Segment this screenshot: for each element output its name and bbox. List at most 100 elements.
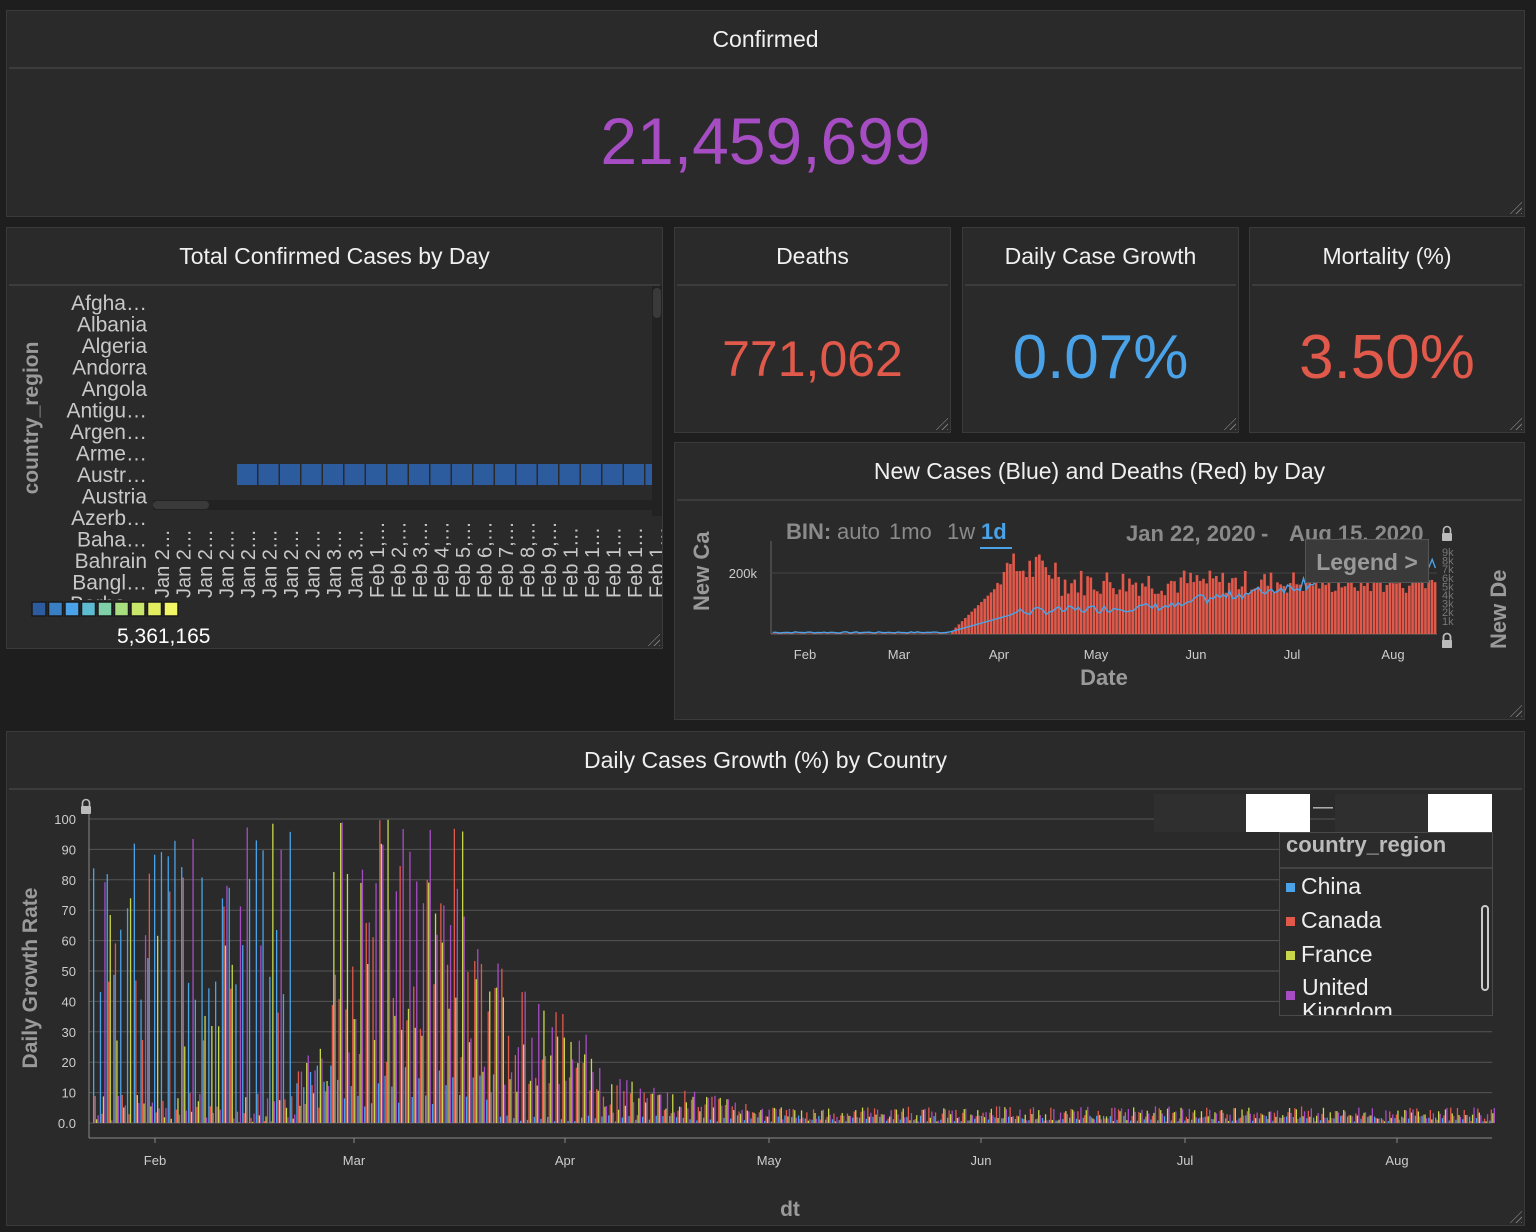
resize-handle[interactable] xyxy=(1508,416,1522,430)
country-label: Angola xyxy=(82,378,148,401)
growth-bar xyxy=(160,852,163,1123)
growth-bar xyxy=(1407,1118,1410,1123)
growth-bar xyxy=(360,882,362,1123)
growth-bar xyxy=(663,1110,666,1123)
growth-bar xyxy=(1082,1117,1084,1123)
growth-bar xyxy=(924,1108,926,1123)
growth-bar xyxy=(1282,1115,1284,1123)
growth-bar xyxy=(852,1117,854,1123)
growth-bar xyxy=(1233,1108,1235,1123)
growth-bar xyxy=(653,1087,655,1123)
growth-bar xyxy=(1416,1108,1418,1123)
resize-handle[interactable] xyxy=(1222,416,1236,430)
bin-option-1d[interactable]: 1d xyxy=(981,519,1007,544)
growth-bar xyxy=(528,1083,530,1123)
death-bar xyxy=(1099,593,1102,634)
growth-bar xyxy=(1158,1108,1160,1123)
growth-bar xyxy=(632,1102,635,1123)
bin-option-auto[interactable]: auto xyxy=(837,519,880,544)
lock-icon[interactable] xyxy=(81,798,91,815)
growth-bar xyxy=(563,1037,565,1123)
legend-item-china[interactable]: China xyxy=(1280,869,1478,903)
heatmap-chart[interactable]: country_region Afgha…AlbaniaAlgeriaAndorr… xyxy=(7,286,662,648)
growth-bar xyxy=(223,906,225,1123)
growth-bar xyxy=(1097,1110,1099,1123)
growth-bar xyxy=(1344,1111,1346,1123)
growth-bar xyxy=(1028,1120,1030,1123)
growth-bar xyxy=(1477,1108,1479,1123)
range-end-input[interactable] xyxy=(1428,794,1492,832)
growth-bar xyxy=(1358,1107,1360,1123)
death-bar xyxy=(1128,578,1131,634)
growth-bar xyxy=(1485,1121,1487,1123)
legend-button[interactable]: Legend > xyxy=(1305,539,1429,583)
country-label: Azerb… xyxy=(71,507,147,530)
growth-bar xyxy=(581,1117,583,1123)
growth-bar xyxy=(703,1117,705,1123)
death-bar xyxy=(1166,583,1170,634)
growth-bar xyxy=(231,964,233,1123)
death-bar xyxy=(873,633,877,634)
newcases-chart[interactable]: BIN: auto 1mo 1w 1d Jan 22, 2020- Aug 15, 2020… xyxy=(675,501,1524,719)
growth-bar xyxy=(1246,1111,1248,1123)
growth-bar xyxy=(1419,1116,1421,1123)
growth-bar xyxy=(1374,1116,1376,1123)
month-tick: Mar xyxy=(343,1153,366,1168)
death-bar xyxy=(1057,576,1060,634)
growth-bar xyxy=(764,1120,766,1123)
growth-bar xyxy=(1002,1118,1004,1123)
growth-bar xyxy=(754,1113,757,1123)
lock-icon[interactable] xyxy=(1442,632,1452,649)
legend-item-uk[interactable]: United Kingdom xyxy=(1280,971,1478,1015)
growth-bar xyxy=(1425,1118,1428,1123)
growth-bar xyxy=(287,1117,289,1123)
growth-bar xyxy=(1224,1118,1227,1123)
legend-scrollbar[interactable] xyxy=(1481,905,1489,991)
death-bar xyxy=(1391,583,1395,634)
growth-bar xyxy=(608,1115,610,1123)
growth-bar xyxy=(567,1120,569,1123)
legend-item-canada[interactable]: Canada xyxy=(1280,903,1478,937)
legend-list[interactable]: China Canada France United Kingdom xyxy=(1280,869,1478,1015)
growth-bar xyxy=(1380,1118,1383,1123)
growth-bar xyxy=(96,1119,98,1123)
growth-bar xyxy=(109,915,111,1123)
growthchart-title: Daily Cases Growth (%) by Country xyxy=(9,732,1522,790)
growth-bar xyxy=(266,1098,269,1123)
growth-bar xyxy=(1238,1118,1240,1123)
growth-bar xyxy=(1290,1113,1292,1123)
death-bar xyxy=(899,633,903,634)
lock-icon[interactable] xyxy=(1442,525,1452,542)
bin-option-1w[interactable]: 1w xyxy=(947,519,975,544)
death-bar xyxy=(1021,570,1025,634)
growth-bar xyxy=(246,827,248,1123)
resize-handle[interactable] xyxy=(1508,200,1522,214)
growth-bar xyxy=(323,1081,325,1123)
death-bar xyxy=(777,633,781,634)
growth-bar xyxy=(367,964,369,1123)
ytick: 60 xyxy=(62,934,76,949)
growth-bar xyxy=(589,1090,591,1123)
growth-bar xyxy=(154,854,156,1123)
heatmap-cell xyxy=(581,464,601,485)
growth-bar xyxy=(553,1121,556,1123)
growth-bar xyxy=(543,1010,545,1123)
death-bar xyxy=(1388,575,1392,634)
death-bar xyxy=(1404,592,1408,634)
newcases-title: New Cases (Blue) and Deaths (Red) by Day xyxy=(677,443,1522,501)
growth-bar xyxy=(372,937,374,1123)
bin-option-1mo[interactable]: 1mo xyxy=(889,519,932,544)
growth-bar xyxy=(1307,1110,1309,1123)
death-bar xyxy=(1263,574,1266,634)
resize-handle[interactable] xyxy=(934,416,948,430)
growth-bar xyxy=(1102,1116,1105,1123)
death-bar xyxy=(790,633,793,634)
range-start-input[interactable] xyxy=(1246,794,1310,832)
growth-bar xyxy=(1207,1116,1209,1123)
growth-bar xyxy=(170,1118,172,1123)
legend-item-france[interactable]: France xyxy=(1280,937,1478,971)
date-label: Feb 6,… xyxy=(475,521,497,598)
death-bar xyxy=(1224,592,1228,634)
growth-bar xyxy=(138,1103,140,1123)
legend-title: country_region xyxy=(1280,833,1492,869)
